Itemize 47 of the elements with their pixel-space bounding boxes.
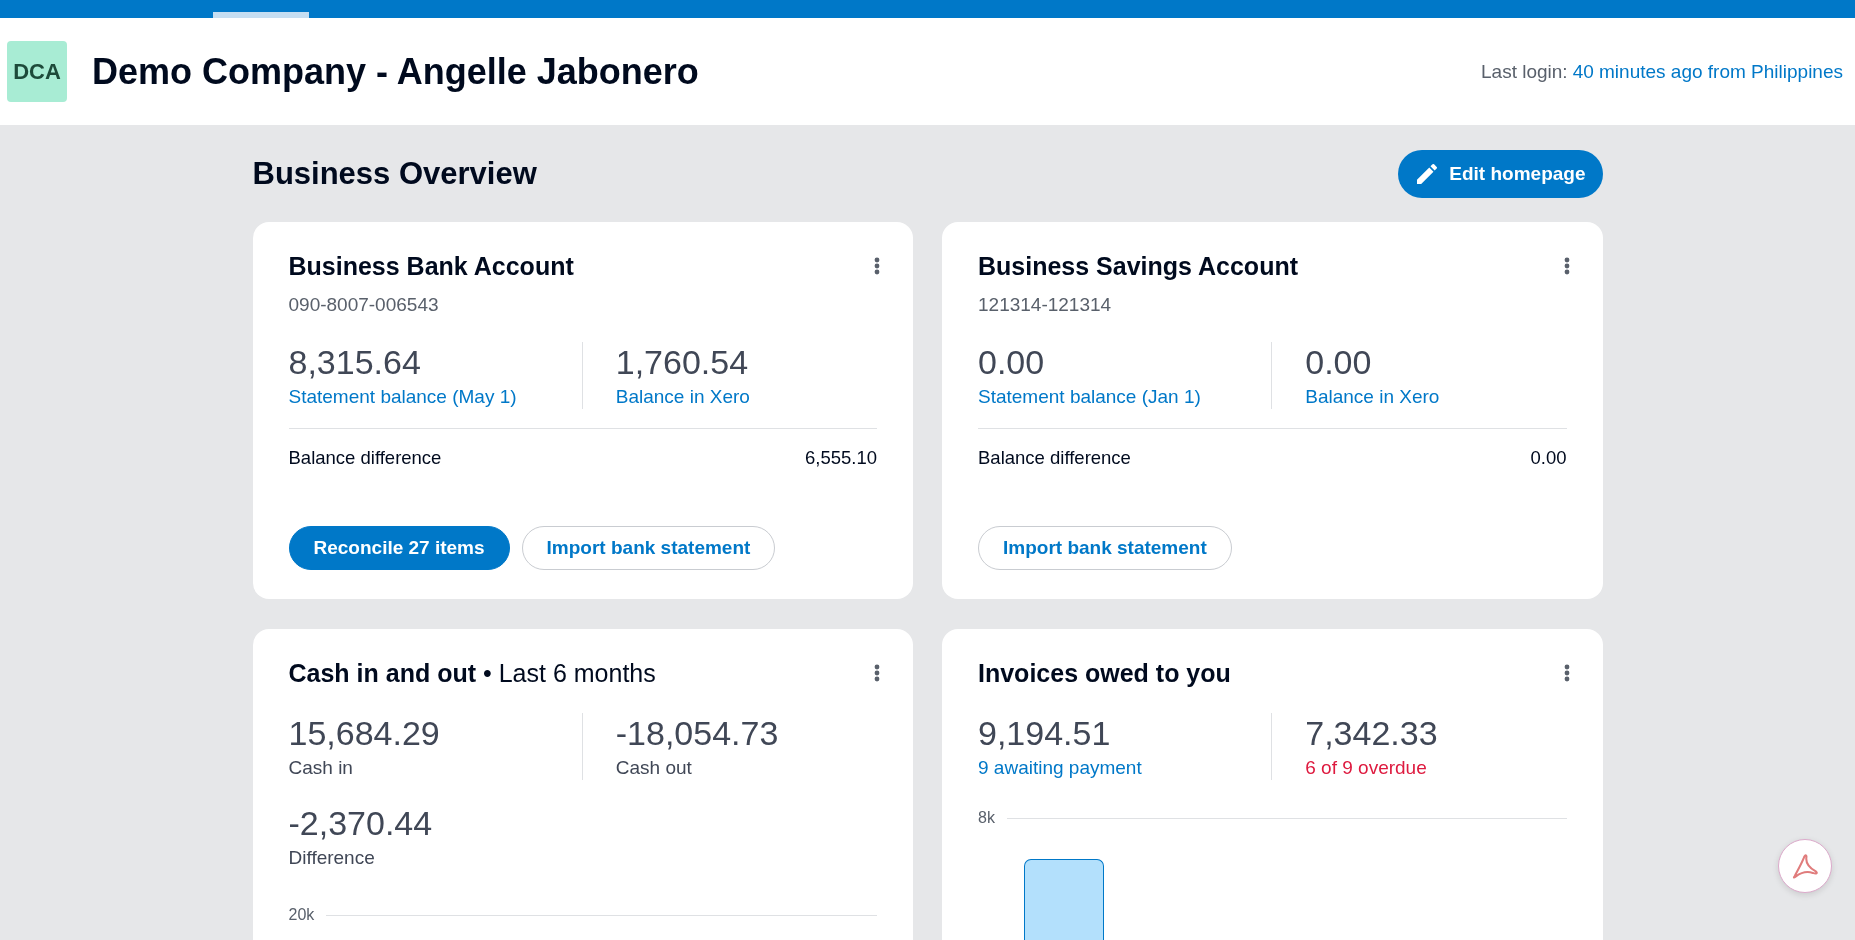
card-title: Cash in and out: [288, 658, 476, 689]
more-options-icon[interactable]: [874, 664, 880, 682]
card-subtitle: • Last 6 months: [483, 658, 656, 689]
amount-value: 9,194.51: [978, 713, 1111, 753]
amount-link[interactable]: Balance in Xero: [615, 385, 750, 409]
amount-value: 0.00: [1305, 342, 1372, 382]
amount-value: -2,370.44: [288, 803, 433, 843]
page-title: Business Overview: [252, 156, 537, 192]
more-options-icon[interactable]: [1563, 664, 1570, 682]
amount-value: 8,315.64: [288, 342, 421, 382]
amount-value: -18,054.73: [615, 713, 779, 753]
axis-tick-label: 20k: [288, 905, 315, 925]
pencil-icon: [1417, 164, 1438, 184]
card-title: Business Bank Account: [288, 251, 574, 282]
import-statement-button[interactable]: Import bank statement: [978, 526, 1232, 570]
amount-value: 15,684.29: [288, 713, 440, 753]
amount-value: 0.00: [978, 342, 1045, 382]
amount-label: Cash out: [615, 756, 692, 780]
reconcile-button[interactable]: Reconcile 27 items: [288, 526, 510, 570]
card-title: Business Savings Account: [978, 251, 1298, 282]
company-title: Demo Company - Angelle Jabonero: [92, 49, 699, 94]
more-options-icon[interactable]: [874, 257, 880, 275]
difference-value: 6,555.10: [805, 446, 877, 470]
pdf-button[interactable]: [1778, 839, 1832, 893]
difference-label: Balance difference: [978, 446, 1131, 470]
difference-label: Balance difference: [288, 446, 442, 470]
import-statement-button[interactable]: Import bank statement: [521, 526, 776, 570]
amount-link[interactable]: Balance in Xero: [1305, 385, 1440, 409]
account-number: 090-8007-006543: [288, 293, 440, 317]
company-logo: DCA: [7, 41, 67, 102]
last-login-label: Last login:: [1481, 60, 1568, 83]
amount-link[interactable]: 9 awaiting payment: [978, 756, 1142, 780]
amount-link[interactable]: Statement balance (May 1): [288, 385, 517, 409]
pdf-icon: [1792, 853, 1818, 879]
amount-label: Difference: [288, 846, 375, 870]
amount-label: Cash in: [288, 756, 353, 780]
axis-tick-label: 8k: [978, 808, 995, 828]
edit-homepage-button[interactable]: Edit homepage: [1398, 150, 1603, 198]
last-login-link[interactable]: 40 minutes ago from Philippines: [1572, 60, 1843, 83]
amount-value: 7,342.33: [1305, 713, 1438, 753]
amount-value: 1,760.54: [615, 342, 749, 382]
more-options-icon[interactable]: [1563, 257, 1570, 275]
amount-link[interactable]: 6 of 9 overdue: [1305, 756, 1427, 780]
amount-link[interactable]: Statement balance (Jan 1): [978, 385, 1201, 409]
card-title: Invoices owed to you: [978, 658, 1231, 689]
difference-value: 0.00: [1530, 446, 1567, 470]
account-number: 121314-121314: [978, 293, 1113, 317]
